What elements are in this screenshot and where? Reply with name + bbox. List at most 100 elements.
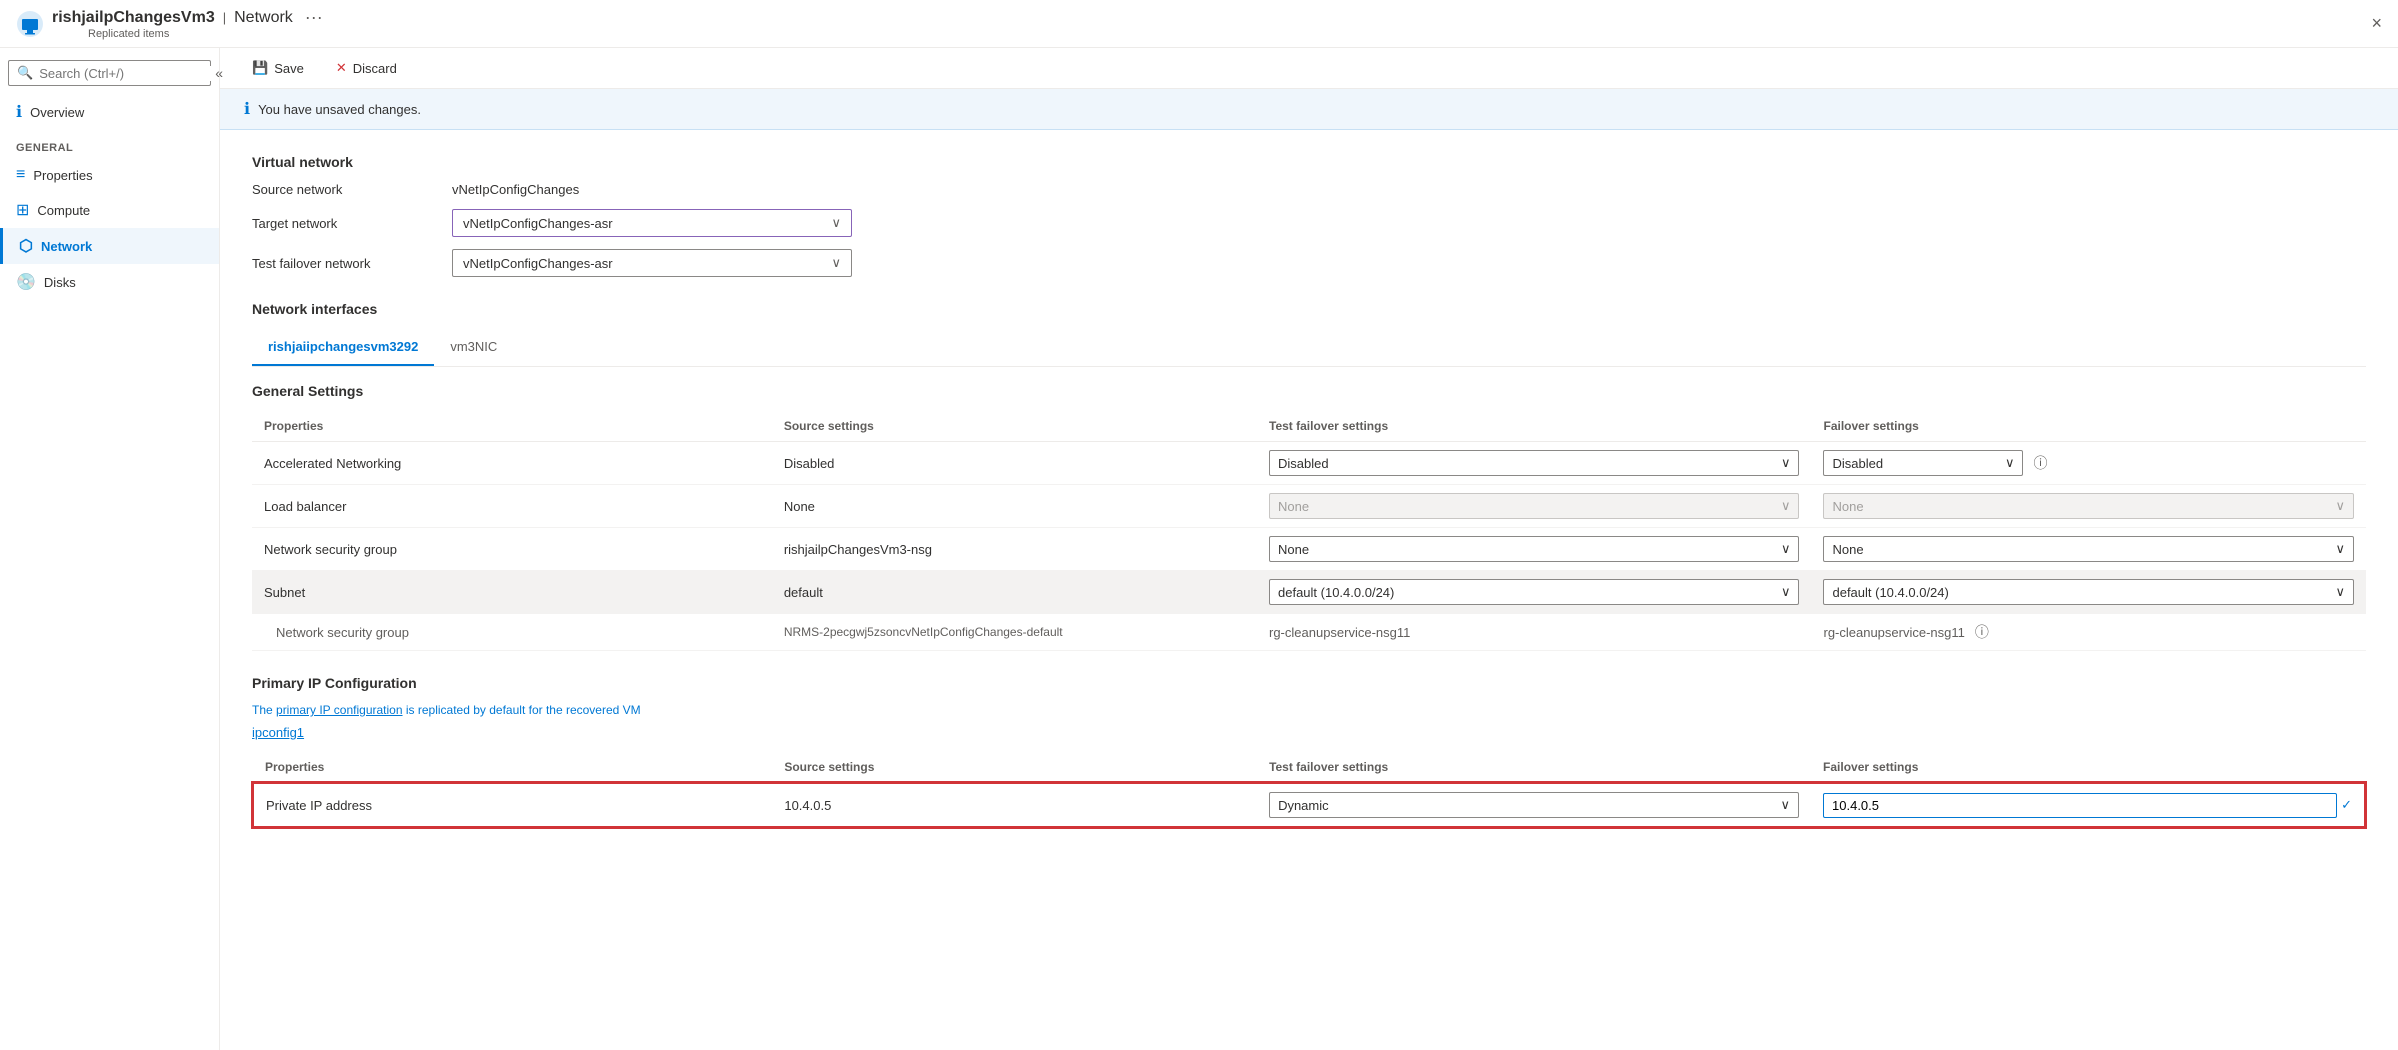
sidebar-item-disks[interactable]: 💿 Disks [0,264,219,300]
cell-test: rg-cleanupservice-nsg11 [1257,614,1811,651]
search-box[interactable]: 🔍 « [8,60,211,86]
sidebar-item-overview[interactable]: ℹ Overview [0,94,219,130]
alert-text: You have unsaved changes. [258,102,421,117]
test-failover-value: vNetIpConfigChanges-asr [463,256,613,271]
chevron-down-icon: ∨ [1781,498,1791,514]
primary-ip-note: The primary IP configuration is replicat… [252,703,2366,717]
search-input[interactable] [39,66,215,81]
test-dropdown-nsg[interactable]: None ∨ [1269,536,1799,562]
col-header-properties: Properties [253,752,772,783]
col-header-failover: Failover settings [1811,752,2365,783]
cell-source: NRMS-2pecgwj5zsoncvNetIpConfigChanges-de… [772,614,1257,651]
close-button[interactable]: × [2371,13,2382,34]
tab-nic1[interactable]: rishjaiipchangesvm3292 [252,329,434,366]
target-network-row: Target network vNetIpConfigChanges-asr ∨ [252,209,2366,237]
cell-property: Network security group [252,614,772,651]
source-network-value: vNetIpConfigChanges [452,182,579,197]
sidebar-item-label: Disks [44,275,76,290]
network-interfaces-title: Network interfaces [252,301,2366,317]
cell-failover: None ∨ [1811,528,2366,571]
failover-dropdown-subnet[interactable]: default (10.4.0.0/24) ∨ [1823,579,2354,605]
cell-test: Disabled ∨ [1257,442,1811,485]
table-row: Accelerated Networking Disabled Disabled… [252,442,2366,485]
nic-tabs: rishjaiipchangesvm3292 vm3NIC [252,329,2366,367]
test-dropdown-accel[interactable]: Disabled ∨ [1269,450,1799,476]
primary-ip-link[interactable]: primary IP configuration [276,703,403,717]
table-row: Load balancer None None ∨ [252,485,2366,528]
toolbar: 💾 Save ✕ Discard [220,48,2398,89]
tab-nic2[interactable]: vm3NIC [434,329,513,366]
primary-ip-section: Primary IP Configuration The primary IP … [252,675,2366,828]
failover-dropdown-lb: None ∨ [1823,493,2354,519]
info-icon: ⓘ [2033,453,2047,473]
col-header-source: Source settings [772,752,1257,783]
info-icon: ⓘ [1975,622,1989,642]
cell-source: default [772,571,1257,614]
save-label: Save [274,61,304,76]
sidebar-item-label: Compute [37,203,90,218]
failover-dropdown-accel[interactable]: Disabled ∨ [1823,450,2023,476]
test-dropdown-subnet[interactable]: default (10.4.0.0/24) ∨ [1269,579,1799,605]
table-row: Network security group NRMS-2pecgwj5zson… [252,614,2366,651]
cell-test: None ∨ [1257,485,1811,528]
sidebar-item-label: Network [41,239,92,254]
col-header-properties: Properties [252,411,772,442]
cell-test: Dynamic ∨ [1257,783,1811,827]
cell-test: default (10.4.0.0/24) ∨ [1257,571,1811,614]
header-menu-dots[interactable]: ··· [305,7,323,28]
save-icon: 💾 [252,60,268,76]
cell-property: Accelerated Networking [252,442,772,485]
disks-icon: 💿 [16,272,36,292]
table-row: Network security group rishjailpChangesV… [252,528,2366,571]
primary-ip-note-text: The [252,703,276,717]
virtual-network-title: Virtual network [252,154,2366,170]
overview-icon: ℹ [16,102,22,122]
alert-banner: ℹ You have unsaved changes. [220,89,2398,130]
cell-property: Subnet [252,571,772,614]
chevron-down-icon: ∨ [1781,455,1791,471]
target-network-dropdown[interactable]: vNetIpConfigChanges-asr ∨ [452,209,852,237]
discard-icon: ✕ [336,60,347,76]
test-failover-label: Test failover network [252,256,452,271]
general-settings-title: General Settings [252,383,2366,399]
private-ip-row: Private IP address 10.4.0.5 Dynamic ∨ [253,783,2365,827]
general-settings-table: Properties Source settings Test failover… [252,411,2366,651]
ipconfig-link[interactable]: ipconfig1 [252,725,304,740]
discard-button[interactable]: ✕ Discard [328,56,405,80]
chevron-down-icon: ∨ [2335,541,2345,557]
source-network-label: Source network [252,182,452,197]
cell-failover: None ∨ [1811,485,2366,528]
test-dropdown-private-ip[interactable]: Dynamic ∨ [1269,792,1799,818]
discard-label: Discard [353,61,397,76]
cell-source: None [772,485,1257,528]
chevron-down-icon: ∨ [1781,584,1791,600]
chevron-down-icon: ∨ [1781,797,1791,813]
cell-source: rishjailpChangesVm3-nsg [772,528,1257,571]
test-failover-network-row: Test failover network vNetIpConfigChange… [252,249,2366,277]
chevron-down-icon: ∨ [831,215,841,231]
cell-source: 10.4.0.5 [772,783,1257,827]
cell-property: Network security group [252,528,772,571]
search-icon: 🔍 [17,65,33,81]
cell-failover: Disabled ∨ ⓘ [1811,442,2366,485]
save-button[interactable]: 💾 Save [244,56,312,80]
failover-dropdown-nsg[interactable]: None ∨ [1823,536,2354,562]
alert-icon: ℹ [244,99,250,119]
sidebar-item-network[interactable]: ⬡ Network [0,228,219,264]
target-network-label: Target network [252,216,452,231]
sidebar-item-compute[interactable]: ⊞ Compute [0,192,219,228]
page-content: Virtual network Source network vNetIpCon… [220,130,2398,852]
header-separator: | [223,10,226,25]
cell-failover: ✓ [1811,783,2365,827]
primary-ip-note-text2: is replicated by default for the recover… [406,703,641,717]
target-network-value: vNetIpConfigChanges-asr [463,216,613,231]
col-header-failover: Failover settings [1811,411,2366,442]
col-header-source: Source settings [772,411,1257,442]
chevron-down-icon: ∨ [2335,498,2345,514]
test-failover-dropdown[interactable]: vNetIpConfigChanges-asr ∨ [452,249,852,277]
compute-icon: ⊞ [16,200,29,220]
page-title: Network [234,9,293,27]
failover-ip-input[interactable] [1823,793,2337,818]
network-icon: ⬡ [19,236,33,256]
sidebar-item-properties[interactable]: ≡ Properties [0,158,219,192]
